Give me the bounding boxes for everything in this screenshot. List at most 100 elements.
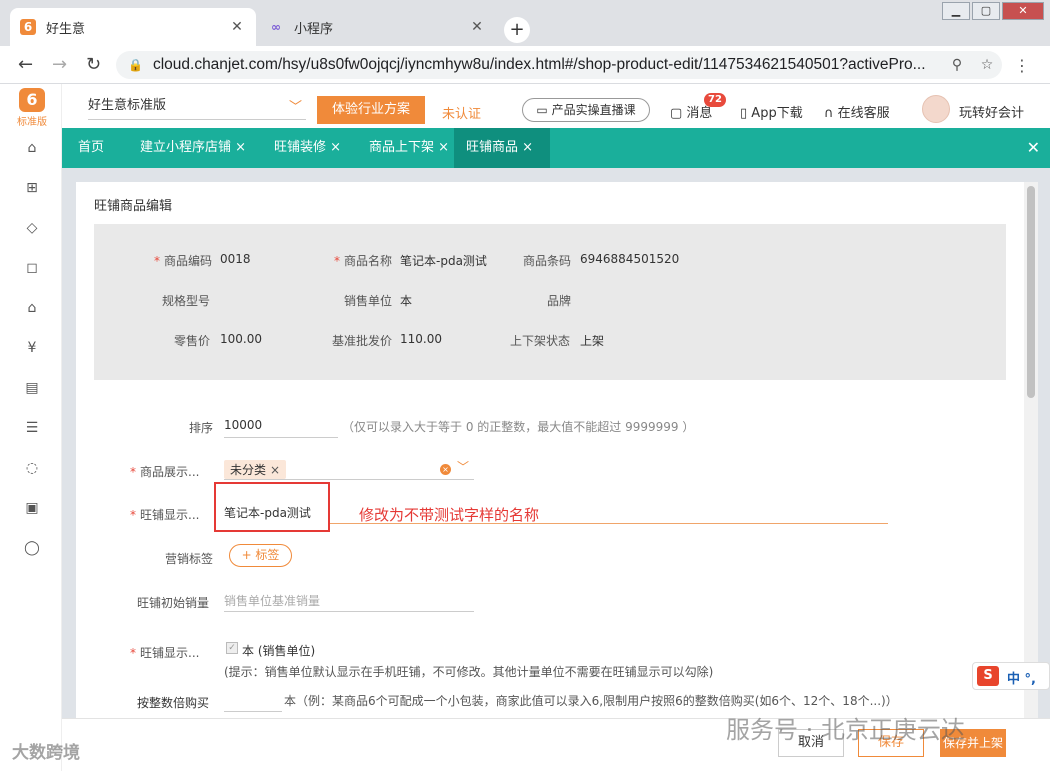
unit-hint: (提示：销售单位默认显示在手机旺铺，不可修改。其他计量单位不需要在旺铺显示可以勾… <box>224 665 714 679</box>
display-category-label-text: 商品展示... <box>140 465 200 479</box>
category-tag: 未分类 × <box>224 460 287 479</box>
tab-label: 首页 <box>78 140 105 155</box>
home-icon[interactable]: ⌂ <box>22 138 42 158</box>
back-icon[interactable]: ← <box>18 54 33 75</box>
code-label: * 商品编码 <box>154 252 212 269</box>
initial-sales-input[interactable]: 销售单位基准销量 <box>224 588 474 612</box>
unit-label: 销售单位 <box>344 294 393 308</box>
multiple-label: 按整数倍购买 <box>137 696 210 710</box>
window-close-icon[interactable]: ✕ <box>1002 2 1044 20</box>
scrollbar-thumb[interactable] <box>1027 186 1035 398</box>
tab-shop-products[interactable]: 旺铺商品 × <box>454 128 550 168</box>
retail-label: 零售价 <box>174 334 211 348</box>
browser-tab-title: 小程序 <box>294 21 334 37</box>
live-course-label: 产品实操直播课 <box>551 103 636 117</box>
tag-remove-icon[interactable]: × <box>270 463 280 477</box>
app-download-button[interactable]: ▯ App下载 <box>740 102 803 121</box>
chat-icon[interactable]: ◯ <box>22 538 42 558</box>
shop-unit-label-text: 旺铺显示... <box>140 646 200 660</box>
bookmark-star-icon[interactable]: ☆ <box>972 57 1002 73</box>
try-industry-button[interactable]: 体验行业方案 <box>317 96 425 124</box>
chevron-down-icon[interactable]: ﹀ <box>457 458 469 475</box>
status-value: 上架 <box>580 334 605 348</box>
close-all-tabs-icon[interactable]: ✕ <box>1027 138 1040 157</box>
app-header: 好生意标准版 ﹀ 体验行业方案 未认证 ▭ 产品实操直播课 ▢ 消息 72 ▯ … <box>62 84 1050 128</box>
chevron-down-icon: ﹀ <box>288 100 302 115</box>
barcode-label: 商品条码 <box>523 254 572 268</box>
tab-close-icon[interactable]: ✕ <box>228 19 246 35</box>
edition-select[interactable]: 好生意标准版 ﹀ <box>88 94 306 120</box>
logo-mark-icon: 6 <box>19 88 45 112</box>
clear-icon[interactable]: × <box>440 464 451 475</box>
forward-icon[interactable]: → <box>52 54 67 75</box>
wholesale-value: 110.00 <box>400 332 442 346</box>
gift-icon[interactable]: ⊞ <box>22 178 42 198</box>
display-category-label: * 商品展示... <box>130 463 199 480</box>
required-mark: * <box>130 646 136 660</box>
display-category-select[interactable]: 未分类 × <box>224 456 474 480</box>
watermark-right: 服务号 · 北京正庚云达 <box>726 716 965 744</box>
reload-icon[interactable]: ↻ <box>86 54 101 75</box>
browser-menu-icon[interactable]: ⋮ <box>1014 56 1030 75</box>
report-icon[interactable]: ☰ <box>22 418 42 438</box>
sync-icon[interactable]: ◌ <box>22 458 42 478</box>
unit-value: 本 <box>400 294 413 308</box>
close-icon[interactable]: × <box>330 140 341 155</box>
name-value: 笔记本-pda测试 <box>400 254 487 268</box>
add-tag-button[interactable]: + 标签 <box>229 544 292 567</box>
browser-tab-haoshengyi[interactable]: 6 好生意 ✕ <box>10 8 256 46</box>
multiple-input[interactable] <box>224 688 282 712</box>
clipboard-icon[interactable]: ▤ <box>22 378 42 398</box>
sort-input[interactable]: 10000 <box>224 414 338 438</box>
spec-label: 规格型号 <box>162 294 211 308</box>
online-service-label: 在线客服 <box>837 106 890 121</box>
window-controls: ▁ ▢ ✕ <box>940 2 1044 20</box>
live-course-button[interactable]: ▭ 产品实操直播课 <box>522 98 650 122</box>
minimize-icon[interactable]: ▁ <box>942 2 970 20</box>
tab-label: 建立小程序店铺 <box>140 140 232 155</box>
warehouse-icon[interactable]: ⌂ <box>22 298 42 318</box>
bag-icon[interactable]: ◻ <box>22 258 42 278</box>
zoom-icon[interactable]: ⚲ <box>942 57 972 73</box>
money-bag-icon[interactable]: ¥ <box>22 338 42 358</box>
address-bar[interactable]: 🔒 cloud.chanjet.com/hsy/u8s0fw0ojqcj/iyn… <box>116 51 1002 79</box>
scrollbar[interactable] <box>1024 182 1038 718</box>
unauth-link[interactable]: 未认证 <box>442 103 481 122</box>
marketing-label: 营销标签 <box>165 552 214 566</box>
page-title: 旺铺商品编辑 <box>94 199 173 214</box>
close-icon[interactable]: × <box>438 140 449 155</box>
status-label: 上下架状态 <box>510 334 571 348</box>
tab-label: 旺铺装修 <box>274 140 327 155</box>
tab-build-store[interactable]: 建立小程序店铺 × <box>128 128 258 168</box>
message-count-badge: 72 <box>704 93 726 107</box>
ime-toolbar[interactable]: S 中 °, <box>972 662 1050 690</box>
new-tab-button[interactable]: + <box>504 17 530 43</box>
app-logo[interactable]: 6 标准版 <box>12 88 52 128</box>
tab-close-icon[interactable]: ✕ <box>468 19 486 35</box>
name-label: * 商品名称 <box>334 252 392 269</box>
required-mark: * <box>334 254 340 268</box>
store-icon[interactable]: ◇ <box>22 218 42 238</box>
close-icon[interactable]: × <box>235 140 246 155</box>
multiple-hint: 本（例：某商品6个可配成一个小包装，商家此值可以录入6,限制用户按照6的整数倍购… <box>284 694 898 708</box>
maximize-icon[interactable]: ▢ <box>972 2 1000 20</box>
logo-text: 标准版 <box>17 117 47 128</box>
code-label-text: 商品编码 <box>164 254 213 268</box>
headset-icon: ∩ <box>824 106 838 121</box>
user-name[interactable]: 玩转好会计 <box>959 102 1024 121</box>
required-mark: * <box>130 508 136 522</box>
online-service-button[interactable]: ∩ 在线客服 <box>824 102 890 121</box>
page-tab-bar: 首页 建立小程序店铺 × 旺铺装修 × 商品上下架 × 旺铺商品 × ✕ <box>62 128 1050 168</box>
brand-label: 品牌 <box>547 294 572 308</box>
unit-checkbox[interactable]: ✓ <box>226 642 238 654</box>
browser-tab-miniprogram[interactable]: ∞ 小程序 ✕ <box>258 8 496 46</box>
highlight-box <box>214 482 330 532</box>
tab-product-shelf[interactable]: 商品上下架 × <box>357 128 461 168</box>
new-icon[interactable]: ▣ <box>22 498 42 518</box>
avatar[interactable] <box>922 95 950 123</box>
tab-home[interactable]: 首页 <box>66 128 116 168</box>
tab-shop-decor[interactable]: 旺铺装修 × <box>262 128 353 168</box>
close-icon[interactable]: × <box>522 140 533 155</box>
shop-name-label-text: 旺铺显示... <box>140 508 200 522</box>
sort-label: 排序 <box>189 421 214 435</box>
